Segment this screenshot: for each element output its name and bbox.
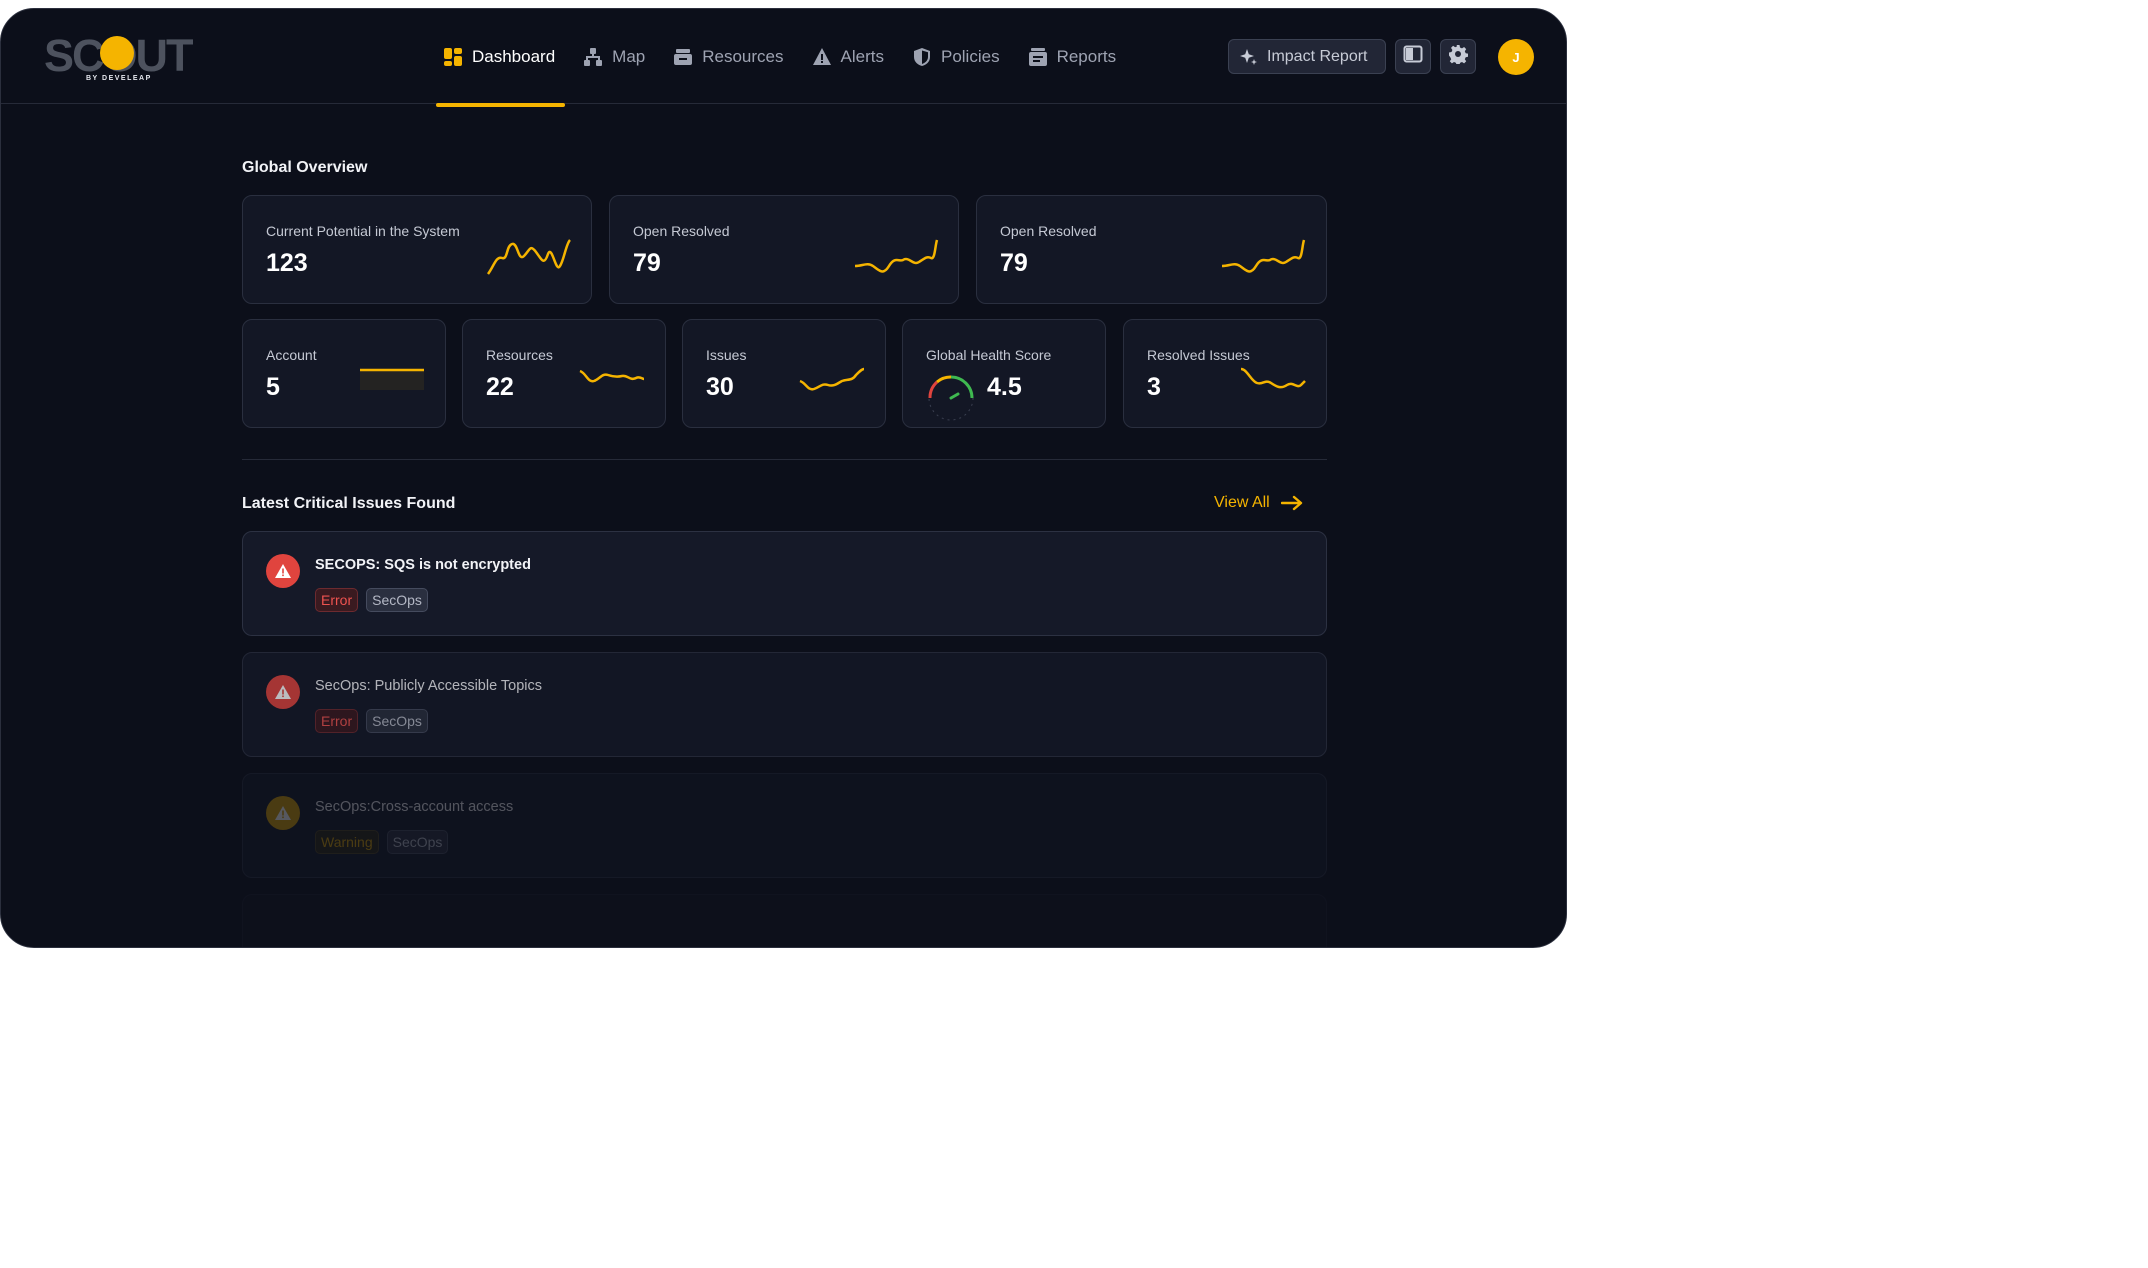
severity-badge: Error <box>315 709 359 733</box>
stat-card-label: Resolved Issues <box>1147 347 1250 363</box>
book-open-icon <box>1403 45 1423 68</box>
stat-card-label: Account <box>266 347 317 363</box>
stat-card-label: Global Health Score <box>926 347 1052 363</box>
stat-card-value: 30 <box>706 373 734 401</box>
logo-subtitle: BY DEVELEAP <box>86 75 152 82</box>
shield-icon <box>912 47 932 67</box>
sparkline-resources <box>579 369 645 383</box>
layout-toggle-button[interactable] <box>1395 39 1431 74</box>
stat-card-open-resolved-2[interactable]: Open Resolved 79 <box>976 195 1327 304</box>
stat-card-label: Current Potential in the System <box>266 223 460 239</box>
issue-card[interactable]: SECOPS: SQS is not encrypted Error SecOp… <box>242 531 1327 636</box>
user-avatar[interactable]: J <box>1498 39 1534 75</box>
alert-triangle-icon <box>812 47 832 67</box>
reports-icon <box>1028 47 1048 67</box>
resources-icon <box>673 47 693 67</box>
category-badge: SecOps <box>366 588 428 612</box>
severity-badge: Warning <box>315 830 379 854</box>
issue-card[interactable]: SecOps:Cross-account access Warning SecO… <box>242 773 1327 878</box>
issue-title: SecOps:Cross-account access <box>315 799 514 815</box>
error-alert-icon <box>266 554 300 588</box>
issue-tags: Error SecOps <box>315 588 436 612</box>
nav-label-alerts: Alerts <box>840 46 884 66</box>
issue-tags: Error SecOps <box>315 709 436 733</box>
section-divider <box>242 459 1327 460</box>
nav-item-dashboard[interactable]: Dashboard <box>436 9 566 107</box>
warning-alert-icon <box>266 796 300 830</box>
logo-mark: SCOUT <box>44 30 195 81</box>
issue-card-faded <box>242 894 1327 947</box>
sparkle-icon <box>1239 47 1259 67</box>
gear-icon <box>1448 44 1469 69</box>
critical-issues-title: Latest Critical Issues Found <box>242 495 456 512</box>
issue-card[interactable]: SecOps: Publicly Accessible Topics Error… <box>242 652 1327 757</box>
sparkline-issues <box>799 367 865 391</box>
stat-card-label: Open Resolved <box>1000 223 1097 239</box>
stat-card-value: 123 <box>266 249 308 277</box>
stat-card-label: Resources <box>486 347 553 363</box>
stat-card-label: Open Resolved <box>633 223 730 239</box>
view-all-label: View All <box>1214 494 1270 511</box>
issue-title: SecOps: Publicly Accessible Topics <box>315 678 543 694</box>
stat-card-value: 4.5 <box>987 373 1022 401</box>
stat-card-value: 5 <box>266 373 280 401</box>
nav-item-reports[interactable]: Reports <box>1028 9 1117 104</box>
global-overview-title: Global Overview <box>242 159 368 176</box>
stat-card-value: 3 <box>1147 373 1161 401</box>
nav-label-policies: Policies <box>940 46 1000 66</box>
stat-card-current-potential[interactable]: Current Potential in the System 123 <box>242 195 592 304</box>
main-nav: Dashboard Map Resources Alerts Policies … <box>436 9 1144 107</box>
nav-item-alerts[interactable]: Alerts <box>812 9 884 104</box>
top-navigation-bar: SCOUT BY DEVELEAP Dashboard Map <box>1 9 1566 107</box>
nav-label-reports: Reports <box>1056 46 1117 66</box>
app-window: SCOUT BY DEVELEAP Dashboard Map <box>0 8 1567 948</box>
dashboard-icon <box>443 47 463 67</box>
sparkline-account <box>360 368 424 390</box>
sparkline-resolved-issues <box>1240 367 1306 389</box>
stat-card-value: 79 <box>1000 249 1028 277</box>
stat-card-resolved-issues[interactable]: Resolved Issues 3 <box>1123 319 1327 428</box>
sparkline-open-resolved-1 <box>854 239 939 273</box>
nav-label-dashboard: Dashboard <box>472 46 556 66</box>
nav-label-map: Map <box>612 46 646 66</box>
map-icon <box>583 47 603 67</box>
scout-logo[interactable]: SCOUT BY DEVELEAP <box>44 30 195 91</box>
logo-sun-circle <box>100 36 134 70</box>
nav-label-resources: Resources <box>702 46 784 66</box>
view-all-link[interactable]: View All <box>1214 494 1303 512</box>
severity-badge: Error <box>315 588 359 612</box>
issue-title: SECOPS: SQS is not encrypted <box>315 557 531 573</box>
health-gauge-icon <box>928 375 974 421</box>
nav-item-policies[interactable]: Policies <box>912 9 1000 104</box>
error-alert-icon <box>266 675 300 709</box>
sparkline-current-potential <box>486 239 572 275</box>
nav-item-resources[interactable]: Resources <box>673 9 784 104</box>
stat-card-value: 79 <box>633 249 661 277</box>
issue-tags: Warning SecOps <box>315 830 456 854</box>
category-badge: SecOps <box>386 830 449 854</box>
stat-card-label: Issues <box>706 347 747 363</box>
stat-card-account[interactable]: Account 5 <box>242 319 446 428</box>
arrow-right-icon <box>1280 495 1303 511</box>
sparkline-open-resolved-2 <box>1221 239 1306 273</box>
impact-report-label: Impact Report <box>1267 47 1368 65</box>
stat-card-global-health-score[interactable]: Global Health Score 4.5 <box>902 319 1106 428</box>
stat-card-open-resolved-1[interactable]: Open Resolved 79 <box>609 195 959 304</box>
impact-report-button[interactable]: Impact Report <box>1228 39 1386 74</box>
category-badge: SecOps <box>366 709 428 733</box>
stat-card-resources[interactable]: Resources 22 <box>462 319 666 428</box>
nav-item-map[interactable]: Map <box>583 9 645 104</box>
settings-button[interactable] <box>1440 39 1476 74</box>
stat-card-value: 22 <box>486 373 514 401</box>
stat-card-issues[interactable]: Issues 30 <box>682 319 886 428</box>
